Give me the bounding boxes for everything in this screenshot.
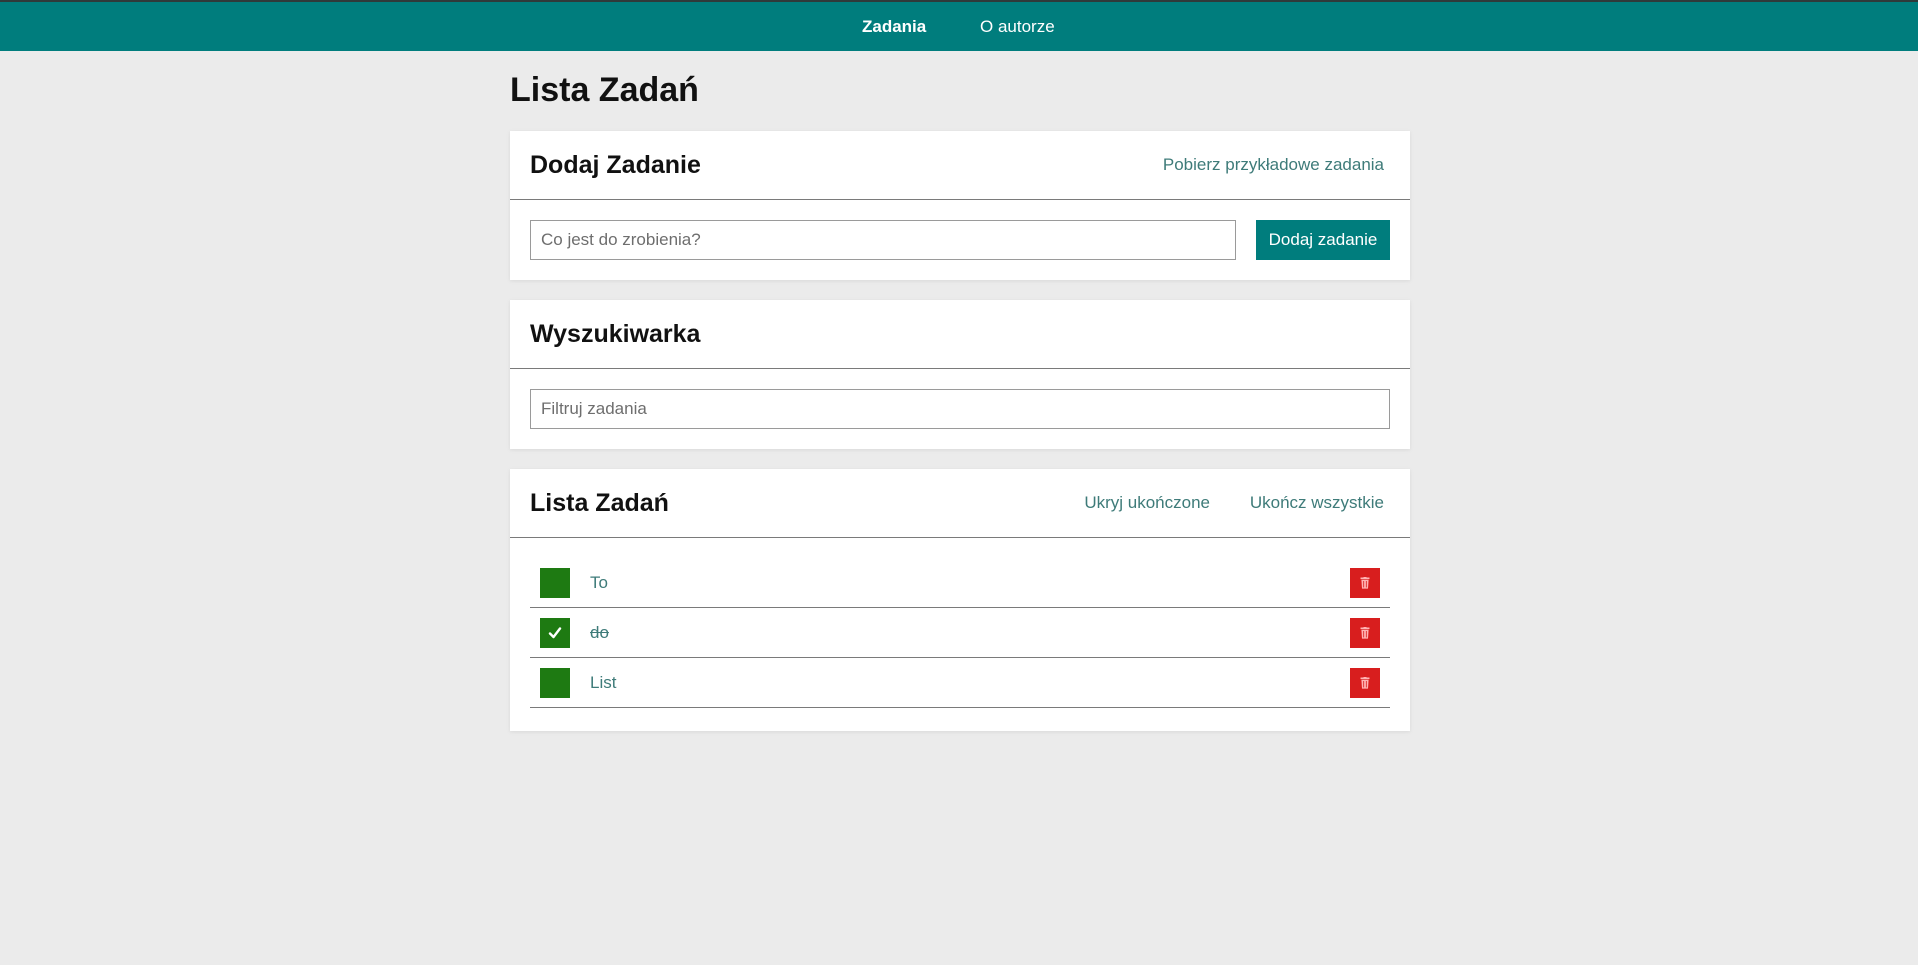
task-list: To do List <box>530 558 1390 708</box>
search-card: Wyszukiwarka <box>510 300 1410 449</box>
task-label[interactable]: To <box>590 558 608 607</box>
add-task-button[interactable]: Dodaj zadanie <box>1256 220 1390 260</box>
nav-item-o-autorze[interactable]: O autorze <box>980 2 1055 51</box>
task-list-card: Lista Zadań Ukryj ukończone Ukończ wszys… <box>510 469 1410 731</box>
filter-tasks-input[interactable] <box>530 389 1390 429</box>
complete-all-link[interactable]: Ukończ wszystkie <box>1250 469 1384 537</box>
task-label[interactable]: do <box>590 608 609 657</box>
task-list-title: Lista Zadań <box>530 489 669 517</box>
trash-icon <box>1360 577 1370 589</box>
task-list-card-header: Lista Zadań Ukryj ukończone Ukończ wszys… <box>510 469 1410 538</box>
search-title: Wyszukiwarka <box>530 320 701 348</box>
search-card-header: Wyszukiwarka <box>510 300 1410 369</box>
task-row: List <box>530 658 1390 708</box>
fetch-sample-tasks-link[interactable]: Pobierz przykładowe zadania <box>1163 131 1384 199</box>
delete-task-button[interactable] <box>1350 668 1380 698</box>
add-task-title: Dodaj Zadanie <box>530 151 701 179</box>
add-task-card: Dodaj Zadanie Pobierz przykładowe zadani… <box>510 131 1410 280</box>
delete-task-button[interactable] <box>1350 618 1380 648</box>
trash-icon <box>1360 627 1370 639</box>
trash-icon <box>1360 677 1370 689</box>
hide-completed-link[interactable]: Ukryj ukończone <box>1084 469 1210 537</box>
task-checkbox[interactable] <box>540 668 570 698</box>
task-row: do <box>530 608 1390 658</box>
new-task-input[interactable] <box>530 220 1236 260</box>
delete-task-button[interactable] <box>1350 568 1380 598</box>
task-checkbox[interactable] <box>540 618 570 648</box>
page-title: Lista Zadań <box>510 71 699 109</box>
task-checkbox[interactable] <box>540 568 570 598</box>
add-task-card-header: Dodaj Zadanie Pobierz przykładowe zadani… <box>510 131 1410 200</box>
task-label[interactable]: List <box>590 658 616 707</box>
check-icon <box>548 627 562 639</box>
task-row: To <box>530 558 1390 608</box>
nav-item-zadania[interactable]: Zadania <box>862 2 926 51</box>
top-navbar: Zadania O autorze <box>0 2 1918 51</box>
